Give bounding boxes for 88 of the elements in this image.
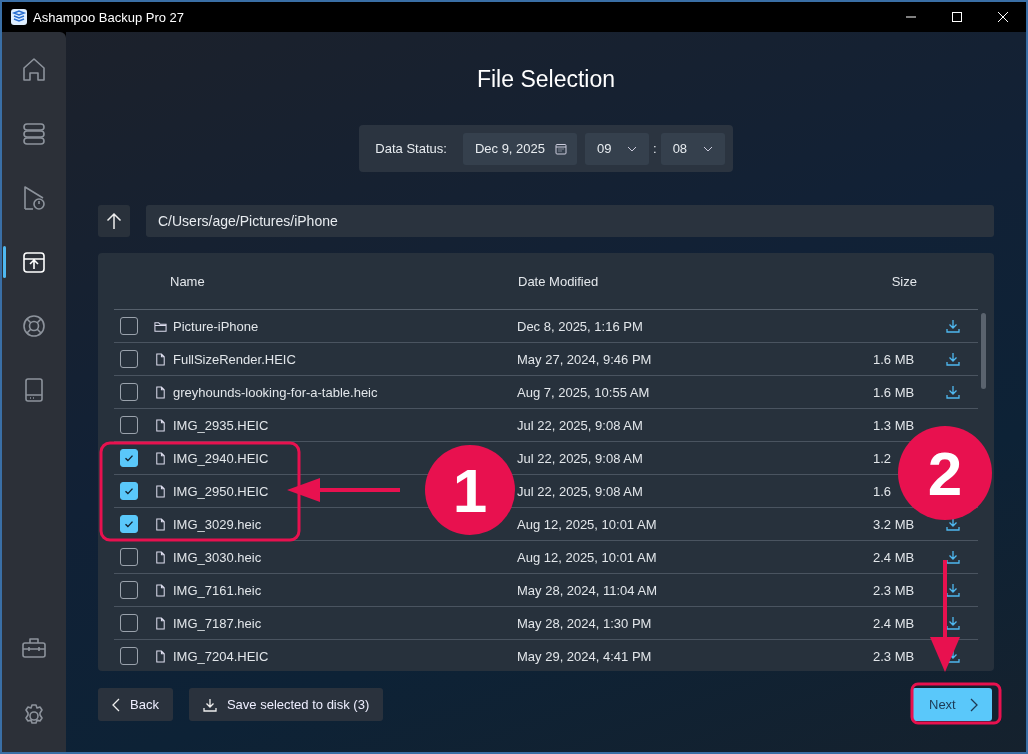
stack-icon xyxy=(20,120,48,148)
chevron-right-icon xyxy=(970,697,978,712)
scrollbar-thumb[interactable] xyxy=(981,313,986,389)
table-cell: Aug 12, 2025, 10:01 AM xyxy=(517,549,657,565)
file-icon xyxy=(154,517,167,531)
save-selected-button[interactable]: Save selected to disk (3) xyxy=(188,688,384,721)
checkbox[interactable] xyxy=(120,581,138,599)
file-icon xyxy=(154,616,167,630)
file-icon xyxy=(154,649,167,663)
data-status-label: Data Status: xyxy=(375,141,447,156)
download-icon[interactable] xyxy=(946,385,960,399)
file-icon xyxy=(154,385,167,399)
file-icon xyxy=(154,484,167,498)
download-icon[interactable] xyxy=(946,649,960,663)
table-cell: FullSizeRender.HEIC xyxy=(173,351,296,367)
column-header[interactable]: Name xyxy=(170,273,518,289)
time-separator: : xyxy=(653,141,657,156)
arrow-up-icon xyxy=(106,212,122,230)
step-badge: 1 xyxy=(425,445,515,535)
download-icon[interactable] xyxy=(946,616,960,630)
table-cell: Aug 12, 2025, 10:01 AM xyxy=(517,516,657,532)
date-picker[interactable]: Dec 9, 2025 xyxy=(462,132,577,165)
chevron-left-icon xyxy=(112,697,120,712)
table-cell: May 29, 2024, 4:41 PM xyxy=(517,648,652,664)
download-icon[interactable] xyxy=(946,319,960,333)
next-button[interactable]: Next xyxy=(912,688,992,721)
file-icon xyxy=(154,550,167,564)
checkbox[interactable] xyxy=(120,647,138,665)
table-cell: May 27, 2024, 9:46 PM xyxy=(517,351,652,367)
checkbox[interactable] xyxy=(120,416,138,434)
table-cell: IMG_7161.heic xyxy=(173,582,262,598)
download-icon[interactable] xyxy=(946,550,960,564)
chevron-down-icon xyxy=(702,145,713,152)
table-cell-text: 2.3 MB xyxy=(873,648,916,664)
download-icon[interactable] xyxy=(946,517,960,531)
path-field[interactable]: C/Users/age/Pictures/iPhone xyxy=(146,205,994,237)
table-cell: IMG_2940.HEIC xyxy=(173,450,269,466)
back-button[interactable]: Back xyxy=(98,688,173,721)
column-header[interactable]: Date Modified xyxy=(518,273,818,289)
table-cell: IMG_3030.heic xyxy=(173,549,262,565)
window-title: Ashampoo Backup Pro 27 xyxy=(33,9,185,25)
file-icon xyxy=(154,352,167,366)
file-icon xyxy=(154,451,167,465)
checkbox[interactable] xyxy=(120,383,138,401)
checkbox[interactable] xyxy=(120,515,138,533)
checkbox[interactable] xyxy=(120,350,138,368)
table-cell: Jul 22, 2025, 9:08 AM xyxy=(517,450,643,466)
file-icon xyxy=(154,583,167,597)
column-header[interactable]: Size xyxy=(891,273,917,289)
table-cell: Dec 8, 2025, 1:16 PM xyxy=(517,318,643,334)
table-cell: IMG_2950.HEIC xyxy=(173,483,269,499)
table-cell-text: 1.6 MB xyxy=(873,351,916,367)
up-folder-button[interactable] xyxy=(98,205,130,237)
app-logo-icon xyxy=(11,9,27,25)
table-cell: Aug 7, 2025, 10:55 AM xyxy=(517,384,650,400)
home-icon xyxy=(20,56,48,84)
table-cell: Jul 22, 2025, 9:08 AM xyxy=(517,483,643,499)
table-cell: Jul 22, 2025, 9:08 AM xyxy=(517,417,643,433)
download-icon[interactable] xyxy=(946,352,960,366)
folder-icon xyxy=(154,319,167,333)
table-cell: IMG_7187.heic xyxy=(173,615,262,631)
table-cell: IMG_2935.HEIC xyxy=(173,417,269,433)
table-cell: IMG_3029.heic xyxy=(173,516,262,532)
page-title: File Selection xyxy=(475,65,617,94)
checkbox[interactable] xyxy=(120,614,138,632)
table-cell: IMG_7204.HEIC xyxy=(173,648,269,664)
table-cell-text: 1.6 xyxy=(873,483,893,499)
table-cell: Picture-iPhone xyxy=(173,318,259,334)
table-cell-text: 2.4 MB xyxy=(873,615,916,631)
calendar-icon xyxy=(555,142,567,155)
hour-dropdown[interactable]: 09 xyxy=(585,132,649,165)
table-cell-text: 2.3 MB xyxy=(873,582,916,598)
download-icon xyxy=(202,697,217,712)
table-cell-text: 1.6 MB xyxy=(873,384,916,400)
checkbox[interactable] xyxy=(120,317,138,335)
table-cell: greyhounds-looking-for-a-table.heic xyxy=(173,384,378,400)
chevron-down-icon xyxy=(627,145,637,152)
minute-dropdown[interactable]: 08 xyxy=(660,132,725,165)
lifebuoy-icon xyxy=(20,312,48,340)
checkbox[interactable] xyxy=(120,449,138,467)
table-cell-text: 1.2 xyxy=(873,450,893,466)
table-cell: May 28, 2024, 1:30 PM xyxy=(517,615,652,631)
table-cell-text: 2.4 MB xyxy=(873,549,916,565)
download-icon[interactable] xyxy=(946,583,960,597)
file-icon xyxy=(154,418,167,432)
checkbox[interactable] xyxy=(120,548,138,566)
table-cell: May 28, 2024, 11:04 AM xyxy=(517,582,657,598)
checkbox[interactable] xyxy=(120,482,138,500)
